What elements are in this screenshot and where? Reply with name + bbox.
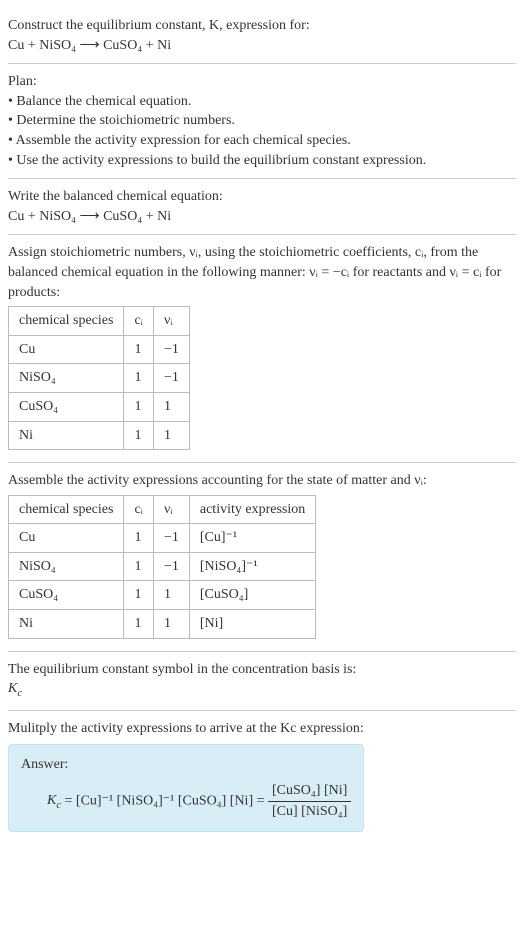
symbol-sub: c <box>17 688 22 699</box>
plan-item: • Balance the chemical equation. <box>8 92 516 112</box>
cell: 1 <box>124 421 154 450</box>
stoich-table: chemical species cᵢ νᵢ Cu1−1 NiSO₄1−1 Cu… <box>8 306 190 450</box>
table-header: chemical species <box>9 307 124 336</box>
table-row: Cu1−1 <box>9 335 190 364</box>
symbol-value: Kc <box>8 679 516 701</box>
table-header: cᵢ <box>124 495 154 524</box>
activity-table: chemical species cᵢ νᵢ activity expressi… <box>8 495 316 639</box>
cell: [Cu]⁻¹ <box>189 524 315 553</box>
answer-denominator: [Cu] [NiSO₄] <box>268 802 351 822</box>
plan-item: • Use the activity expressions to build … <box>8 151 516 171</box>
balanced-title: Write the balanced chemical equation: <box>8 187 516 207</box>
table-header-row: chemical species cᵢ νᵢ activity expressi… <box>9 495 316 524</box>
plan-section: Plan: • Balance the chemical equation. •… <box>8 64 516 179</box>
table-row: CuSO₄11 <box>9 392 190 421</box>
cell: −1 <box>153 364 189 393</box>
cell: CuSO₄ <box>9 581 124 610</box>
multiply-text: Mulitply the activity expressions to arr… <box>8 719 516 739</box>
table-header: νᵢ <box>153 307 189 336</box>
stoich-intro: Assign stoichiometric numbers, νᵢ, using… <box>8 243 516 302</box>
cell: 1 <box>124 392 154 421</box>
table-row: Ni11 <box>9 421 190 450</box>
cell: 1 <box>124 364 154 393</box>
table-row: Cu1−1[Cu]⁻¹ <box>9 524 316 553</box>
cell: 1 <box>153 421 189 450</box>
cell: [CuSO₄] <box>189 581 315 610</box>
cell: 1 <box>153 581 189 610</box>
cell: [NiSO₄]⁻¹ <box>189 552 315 581</box>
cell: 1 <box>124 552 154 581</box>
cell: −1 <box>153 335 189 364</box>
answer-fraction: [CuSO₄] [Ni][Cu] [NiSO₄] <box>268 781 351 821</box>
cell: NiSO₄ <box>9 552 124 581</box>
table-header: cᵢ <box>124 307 154 336</box>
cell: 1 <box>124 335 154 364</box>
cell: [Ni] <box>189 610 315 639</box>
answer-box: Answer: Kc = [Cu]⁻¹ [NiSO₄]⁻¹ [CuSO₄] [N… <box>8 744 364 832</box>
cell: Ni <box>9 421 124 450</box>
plan-item: • Assemble the activity expression for e… <box>8 131 516 151</box>
cell: Cu <box>9 524 124 553</box>
answer-numerator: [CuSO₄] [Ni] <box>268 781 351 802</box>
answer-k: K <box>47 793 56 808</box>
cell: Cu <box>9 335 124 364</box>
cell: 1 <box>124 581 154 610</box>
cell: NiSO₄ <box>9 364 124 393</box>
stoich-section: Assign stoichiometric numbers, νᵢ, using… <box>8 235 516 463</box>
table-row: CuSO₄11[CuSO₄] <box>9 581 316 610</box>
activity-section: Assemble the activity expressions accoun… <box>8 463 516 652</box>
cell: Ni <box>9 610 124 639</box>
activity-intro: Assemble the activity expressions accoun… <box>8 471 516 491</box>
answer-label: Answer: <box>21 755 351 775</box>
balanced-equation: Cu + NiSO₄ ⟶ CuSO₄ + Ni <box>8 207 516 227</box>
symbol-k: K <box>8 681 17 696</box>
cell: −1 <box>153 524 189 553</box>
balanced-section: Write the balanced chemical equation: Cu… <box>8 179 516 235</box>
cell: 1 <box>124 524 154 553</box>
intro-prompt: Construct the equilibrium constant, K, e… <box>8 16 516 36</box>
table-header: activity expression <box>189 495 315 524</box>
intro-section: Construct the equilibrium constant, K, e… <box>8 8 516 64</box>
symbol-section: The equilibrium constant symbol in the c… <box>8 652 516 711</box>
cell: CuSO₄ <box>9 392 124 421</box>
table-row: Ni11[Ni] <box>9 610 316 639</box>
cell: −1 <box>153 552 189 581</box>
table-header-row: chemical species cᵢ νᵢ <box>9 307 190 336</box>
cell: 1 <box>124 610 154 639</box>
table-row: NiSO₄1−1 <box>9 364 190 393</box>
cell: 1 <box>153 392 189 421</box>
multiply-section: Mulitply the activity expressions to arr… <box>8 711 516 840</box>
answer-mid: = [Cu]⁻¹ [NiSO₄]⁻¹ [CuSO₄] [Ni] = <box>61 793 268 808</box>
table-header: chemical species <box>9 495 124 524</box>
answer-expression: Kc = [Cu]⁻¹ [NiSO₄]⁻¹ [CuSO₄] [Ni] = [Cu… <box>47 781 351 821</box>
plan-title: Plan: <box>8 72 516 92</box>
cell: 1 <box>153 610 189 639</box>
symbol-text: The equilibrium constant symbol in the c… <box>8 660 516 680</box>
intro-equation: Cu + NiSO₄ ⟶ CuSO₄ + Ni <box>8 36 516 56</box>
plan-item: • Determine the stoichiometric numbers. <box>8 111 516 131</box>
table-header: νᵢ <box>153 495 189 524</box>
table-row: NiSO₄1−1[NiSO₄]⁻¹ <box>9 552 316 581</box>
